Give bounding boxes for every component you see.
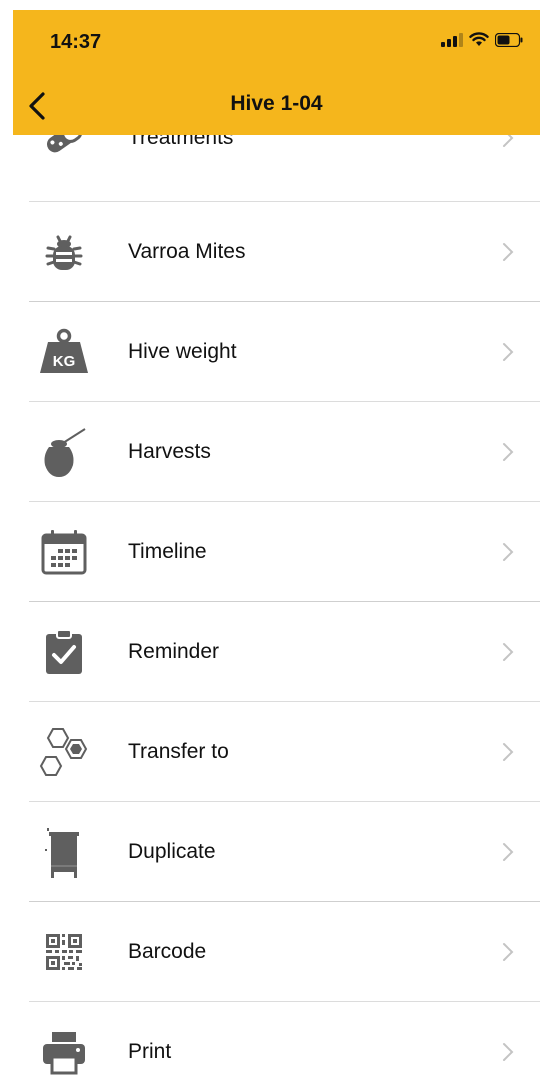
menu-item-print[interactable]: Print <box>13 1002 540 1092</box>
chevron-right-icon <box>503 1043 514 1061</box>
qr-code-icon <box>37 925 91 979</box>
menu-item-harvests[interactable]: Harvests <box>13 402 540 502</box>
chevron-right-icon <box>503 943 514 961</box>
chevron-right-icon <box>503 343 514 361</box>
weight-kg-icon: KG <box>37 325 91 379</box>
battery-icon <box>495 32 523 47</box>
menu-item-label: Harvests <box>128 440 211 463</box>
hive-box-icon <box>37 825 91 879</box>
menu-item-timeline[interactable]: Timeline <box>13 502 540 602</box>
menu-item-label: Barcode <box>128 940 207 963</box>
chevron-right-icon <box>503 543 514 561</box>
chevron-right-icon <box>503 843 514 861</box>
menu-item-label: Duplicate <box>128 840 216 863</box>
menu-item-label: Print <box>128 1040 172 1063</box>
signal-icon <box>441 32 463 47</box>
menu-item-reminder[interactable]: Reminder <box>13 602 540 702</box>
page-title: Hive 1-04 <box>230 92 323 115</box>
menu-item-transfer-to[interactable]: Transfer to <box>13 702 540 802</box>
chevron-right-icon <box>503 243 514 261</box>
app-screen: 14:37 Hive 1-04 Treatments Varroa Mites … <box>13 10 540 1092</box>
chevron-right-icon <box>503 443 514 461</box>
varroa-mite-icon <box>37 225 91 279</box>
chevron-right-icon <box>503 743 514 761</box>
weight-icon-text: KG <box>53 353 76 370</box>
menu-item-duplicate[interactable]: Duplicate <box>13 802 540 902</box>
status-time: 14:37 <box>50 31 102 53</box>
menu-item-label: Reminder <box>128 640 220 663</box>
hexagons-icon <box>37 725 91 779</box>
honey-pot-icon <box>37 425 91 479</box>
nav-header: 14:37 Hive 1-04 <box>13 10 540 135</box>
menu-item-varroa-mites[interactable]: Varroa Mites <box>13 202 540 302</box>
menu-item-label: Hive weight <box>128 340 237 363</box>
menu-item-barcode[interactable]: Barcode <box>13 902 540 1002</box>
printer-icon <box>37 1025 91 1079</box>
wifi-icon <box>469 32 489 46</box>
calendar-icon <box>37 525 91 579</box>
status-icons <box>441 32 523 47</box>
menu-item-label: Varroa Mites <box>128 240 246 263</box>
menu-item-hive-weight[interactable]: KG Hive weight <box>13 302 540 402</box>
menu-item-label: Transfer to <box>128 740 229 763</box>
chevron-right-icon <box>503 643 514 661</box>
menu-item-label: Timeline <box>128 540 207 563</box>
clipboard-check-icon <box>37 625 91 679</box>
